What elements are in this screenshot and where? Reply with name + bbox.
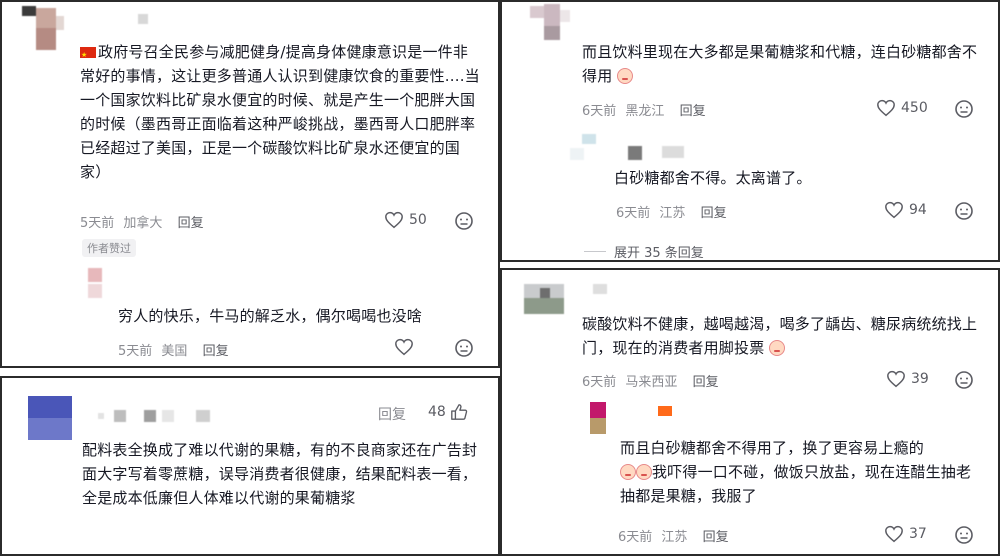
divider (584, 251, 606, 252)
reply-location: 江苏 (659, 206, 686, 221)
comment-panel-3: 回复 48 配料表全换成了难以代谢的果糖，有的不良商家还在广告封面大字写着零蔗糖… (0, 376, 500, 556)
heart-outline-icon (885, 201, 903, 219)
reply-button[interactable]: 回复 (701, 206, 727, 221)
like-count: 94 (909, 202, 927, 218)
like-count: 50 (409, 212, 427, 228)
comment-location: 黑龙江 (625, 104, 665, 119)
comment-meta: 6天前 黑龙江 回复 (582, 100, 711, 119)
comment-meta: 5天前 加拿大 回复 (80, 212, 209, 231)
reply-avatar[interactable] (588, 400, 684, 440)
heart-outline-icon (385, 211, 403, 229)
comment-text: 而且饮料里现在大多都是果葡糖浆和代糖，连白砂糖都舍不得用 (582, 43, 978, 85)
reply-text: 穷人的快乐，牛马的解乏水，偶尔喝喝也没啥 (118, 307, 423, 325)
thumb-up-icon (450, 404, 468, 420)
comment-text: 政府号召全民参与减肥健身/提高身体健康意识是一件非常好的事情，这让更多普通人认识… (80, 40, 482, 184)
tearful-face-emoji-icon (769, 340, 786, 356)
username-placeholder (98, 410, 210, 422)
avatar[interactable] (520, 280, 572, 320)
comment-time: 5天前 (80, 216, 115, 231)
tearful-face-emoji-icon (636, 464, 652, 480)
heart-outline-icon (877, 99, 895, 117)
author-liked-badge: 作者赞过 (82, 239, 136, 257)
like-count: 48 (428, 404, 446, 420)
reply-avatar[interactable] (86, 266, 112, 302)
reply-avatar[interactable] (570, 130, 698, 164)
reply-meta: 5天前 美国 回复 (118, 340, 234, 359)
like-button[interactable]: 94 (884, 201, 927, 219)
reply-button[interactable]: 回复 (703, 530, 729, 545)
reply-time: 5天前 (118, 344, 153, 359)
reply-button[interactable]: 回复 (680, 104, 706, 119)
comment-time: 6天前 (582, 104, 617, 119)
username-placeholder (593, 284, 607, 294)
like-count: 37 (909, 526, 927, 542)
like-count: 39 (911, 371, 929, 387)
comment-panel-4: 碳酸饮料不健康，越喝越渴，喝多了龋齿、糖尿病统统找上门，现在的消费者用脚投票 6… (500, 268, 1000, 556)
face-smile-icon[interactable] (954, 201, 974, 221)
reply-button[interactable]: 回复 (378, 404, 406, 424)
face-smile-icon[interactable] (954, 525, 974, 545)
heart-outline-icon[interactable] (394, 338, 414, 356)
comment-text: 配料表全换成了难以代谢的果糖，有的不良商家还在广告封面大字写着零蔗糖，误导消费者… (82, 441, 478, 507)
username-placeholder (138, 14, 148, 24)
avatar[interactable] (528, 4, 576, 44)
reply-time: 6天前 (616, 206, 651, 221)
comment-panel-1: 政府号召全民参与减肥健身/提高身体健康意识是一件非常好的事情，这让更多普通人认识… (0, 0, 500, 368)
comment-location: 加拿大 (123, 216, 163, 231)
china-flag-icon (80, 43, 96, 67)
reply-meta: 6天前 江苏 回复 (616, 202, 732, 221)
reply-button[interactable]: 回复 (693, 375, 719, 390)
face-smile-icon[interactable] (954, 370, 974, 390)
reply-time: 6天前 (618, 530, 653, 545)
expand-replies-button[interactable]: 展开 35 条回复 (584, 242, 704, 261)
like-count: 450 (901, 100, 928, 116)
reply-meta: 6天前 江苏 回复 (618, 526, 734, 545)
reply-button[interactable]: 回复 (178, 216, 204, 231)
tearful-face-emoji-icon (620, 464, 636, 480)
like-button[interactable]: 37 (884, 525, 927, 543)
like-button[interactable]: 50 (384, 211, 427, 229)
avatar[interactable] (20, 6, 72, 58)
comment-text: 碳酸饮料不健康，越喝越渴，喝多了龋齿、糖尿病统统找上门，现在的消费者用脚投票 (582, 315, 978, 357)
comment-location: 马来西亚 (625, 375, 678, 390)
comment-time: 6天前 (582, 375, 617, 390)
face-smile-icon[interactable] (454, 211, 474, 231)
reply-text: 白砂糖都舍不得。太离谱了。 (614, 169, 812, 187)
avatar[interactable] (28, 396, 72, 440)
heart-outline-icon (887, 370, 905, 388)
face-smile-icon[interactable] (954, 99, 974, 119)
comment-meta: 6天前 马来西亚 回复 (582, 371, 724, 390)
heart-outline-icon (885, 525, 903, 543)
tearful-face-emoji-icon (617, 68, 634, 84)
face-smile-icon[interactable] (454, 338, 474, 358)
reply-button[interactable]: 回复 (203, 344, 229, 359)
reply-location: 美国 (161, 344, 188, 359)
like-button[interactable]: 48 (428, 403, 468, 421)
expand-replies-label: 展开 35 条回复 (614, 246, 704, 261)
like-button[interactable]: 450 (876, 99, 928, 117)
reply-location: 江苏 (661, 530, 688, 545)
comment-panel-2: 而且饮料里现在大多都是果葡糖浆和代糖，连白砂糖都舍不得用 6天前 黑龙江 回复 … (500, 0, 1000, 262)
reply-text: 而且白砂糖都舍不得用了，换了更容易上瘾的 我吓得一口不碰，做饭只放盐，现在连醋生… (620, 439, 972, 505)
like-button[interactable]: 39 (886, 370, 929, 388)
